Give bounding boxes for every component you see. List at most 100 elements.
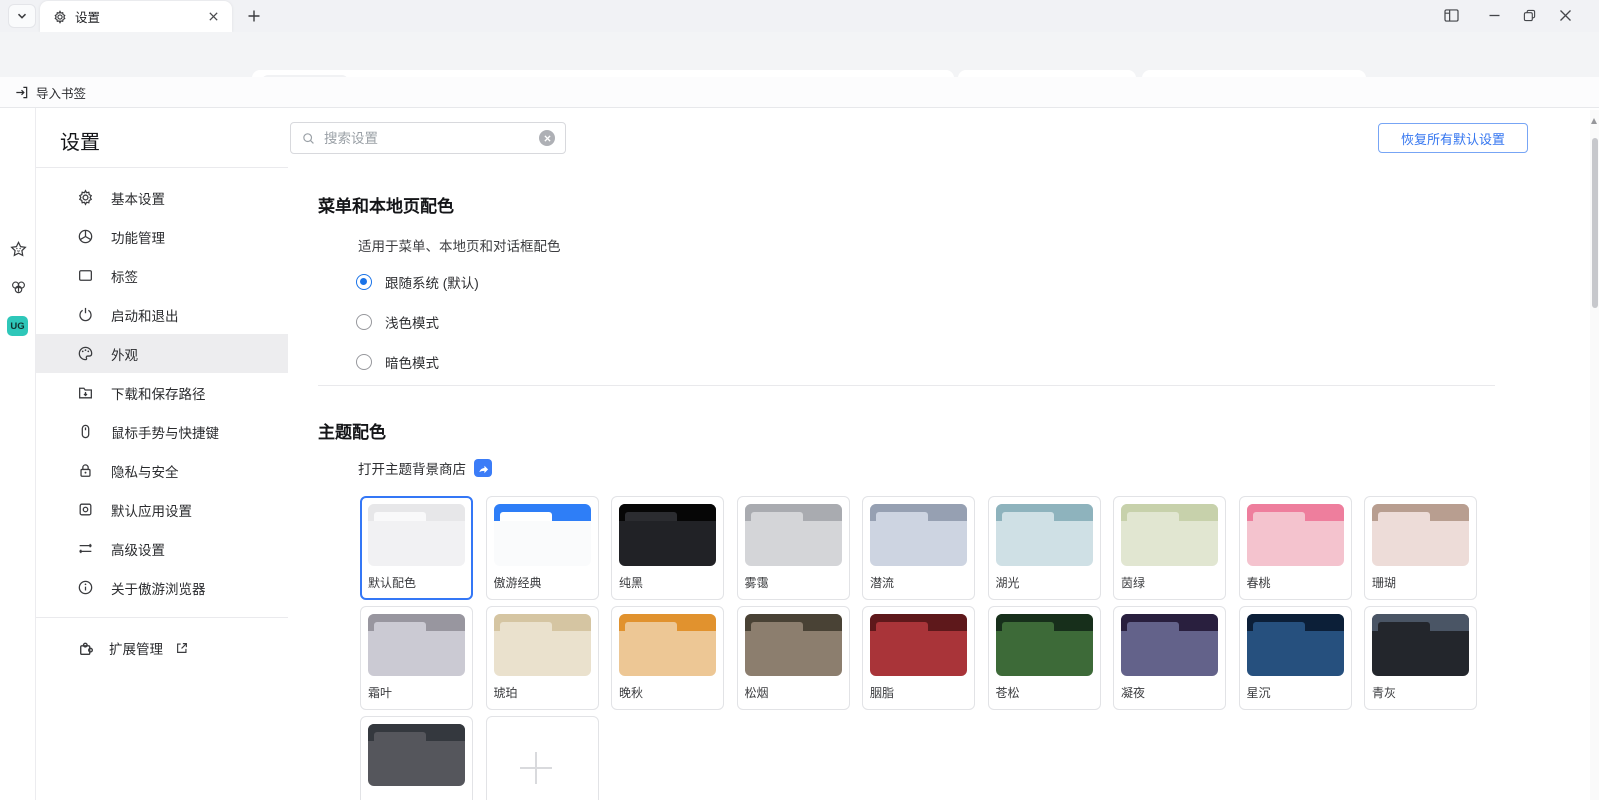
theme-card[interactable] bbox=[360, 716, 473, 800]
theme-name: 苍松 bbox=[996, 684, 1093, 701]
menu-color-option-1[interactable]: 浅色模式 bbox=[356, 302, 479, 342]
import-bookmarks-button[interactable]: 导入书签 bbox=[14, 83, 86, 102]
rail-ug-badge[interactable]: UG bbox=[7, 316, 28, 336]
restore-defaults-button[interactable]: 恢复所有默认设置 bbox=[1378, 123, 1528, 153]
theme-card[interactable]: 默认配色 bbox=[360, 496, 473, 600]
sidebar-item-default-apps[interactable]: 默认应用设置 bbox=[36, 490, 288, 529]
theme-card[interactable]: 松烟 bbox=[737, 606, 850, 710]
theme-card[interactable]: 青灰 bbox=[1364, 606, 1477, 710]
radio-unselected[interactable] bbox=[356, 314, 372, 330]
theme-swatch bbox=[1372, 614, 1469, 676]
radio-label: 浅色模式 bbox=[385, 312, 439, 332]
power-icon bbox=[77, 306, 94, 323]
theme-card[interactable]: 胭脂 bbox=[862, 606, 975, 710]
scroll-up-arrow-icon[interactable] bbox=[1591, 118, 1597, 124]
sidebar-item-extensions[interactable]: 扩展管理 bbox=[77, 635, 189, 661]
mouse-icon bbox=[77, 423, 94, 440]
chevron-down-icon bbox=[16, 10, 28, 22]
lock-icon bbox=[77, 462, 94, 479]
theme-card[interactable]: 湖光 bbox=[988, 496, 1101, 600]
section-title-menu-color: 菜单和本地页配色 bbox=[318, 192, 454, 217]
theme-card[interactable]: 星沉 bbox=[1239, 606, 1352, 710]
radio-unselected[interactable] bbox=[356, 354, 372, 370]
info-icon bbox=[77, 579, 94, 596]
theme-swatch bbox=[494, 614, 591, 676]
theme-swatch bbox=[619, 614, 716, 676]
theme-card[interactable]: 雾霭 bbox=[737, 496, 850, 600]
theme-swatch bbox=[1247, 614, 1344, 676]
add-theme-card[interactable] bbox=[486, 716, 599, 800]
theme-name: 雾霭 bbox=[745, 574, 842, 591]
sidebar-item-label: 扩展管理 bbox=[109, 638, 163, 658]
tab-list-button[interactable] bbox=[8, 4, 36, 28]
theme-swatch bbox=[745, 614, 842, 676]
swatch-tab bbox=[1002, 512, 1054, 521]
theme-name: 纯黑 bbox=[619, 574, 716, 591]
sidebar-item-startup[interactable]: 启动和退出 bbox=[36, 295, 288, 334]
open-external-icon bbox=[175, 641, 189, 655]
clear-settings-search-button[interactable] bbox=[539, 130, 555, 146]
sidebar-item-advanced[interactable]: 高级设置 bbox=[36, 529, 288, 568]
tab-close-button[interactable] bbox=[204, 8, 222, 26]
workspace-button[interactable] bbox=[1434, 0, 1468, 30]
theme-name: 琥珀 bbox=[494, 684, 591, 701]
theme-card[interactable]: 晚秋 bbox=[611, 606, 724, 710]
new-tab-button[interactable] bbox=[242, 5, 266, 27]
theme-card[interactable]: 霜叶 bbox=[360, 606, 473, 710]
sidebar-item-basic[interactable]: 基本设置 bbox=[36, 178, 288, 217]
sidebar-item-tabs[interactable]: 标签 bbox=[36, 256, 288, 295]
theme-store-label: 打开主题背景商店 bbox=[358, 458, 466, 478]
theme-swatch bbox=[619, 504, 716, 566]
sidebar-item-label: 鼠标手势与快捷键 bbox=[111, 422, 219, 442]
theme-swatch bbox=[870, 504, 967, 566]
swatch-tab bbox=[625, 622, 677, 631]
theme-swatch bbox=[1247, 504, 1344, 566]
theme-store-link[interactable]: 打开主题背景商店 bbox=[358, 458, 492, 478]
theme-card[interactable]: 琥珀 bbox=[486, 606, 599, 710]
puzzle-icon bbox=[77, 640, 94, 657]
theme-card[interactable]: 潜流 bbox=[862, 496, 975, 600]
theme-card[interactable]: 珊瑚 bbox=[1364, 496, 1477, 600]
settings-content: 恢复所有默认设置 菜单和本地页配色 适用于菜单、本地页和对话框配色 跟随系统 (… bbox=[288, 108, 1590, 800]
minimize-button[interactable] bbox=[1477, 0, 1511, 30]
rail-bee-button[interactable] bbox=[7, 276, 29, 298]
radio-selected[interactable] bbox=[356, 274, 372, 290]
theme-card[interactable]: 凝夜 bbox=[1113, 606, 1226, 710]
theme-card[interactable]: 苍松 bbox=[988, 606, 1101, 710]
sidebar-item-label: 功能管理 bbox=[111, 227, 165, 247]
swatch-tab bbox=[500, 512, 552, 521]
menu-color-option-2[interactable]: 暗色模式 bbox=[356, 342, 479, 382]
sidebar-item-mouse[interactable]: 鼠标手势与快捷键 bbox=[36, 412, 288, 451]
swatch-tab bbox=[1127, 512, 1179, 521]
swatch-tab bbox=[751, 622, 803, 631]
sidebar-item-about[interactable]: 关于傲游浏览器 bbox=[36, 568, 288, 607]
sidebar-item-features[interactable]: 功能管理 bbox=[36, 217, 288, 256]
restore-button[interactable] bbox=[1512, 0, 1546, 30]
open-store-arrow-icon[interactable] bbox=[474, 459, 492, 477]
theme-name: 青灰 bbox=[1372, 684, 1469, 701]
import-bookmarks-icon bbox=[14, 85, 29, 100]
rail-favorites-button[interactable] bbox=[7, 238, 29, 260]
settings-sidebar: 设置 基本设置功能管理标签启动和退出外观下载和保存路径鼠标手势与快捷键隐私与安全… bbox=[36, 108, 288, 800]
sidebar-item-privacy[interactable]: 隐私与安全 bbox=[36, 451, 288, 490]
theme-card[interactable]: 傲游经典 bbox=[486, 496, 599, 600]
close-window-button[interactable] bbox=[1548, 0, 1582, 30]
page-scrollbar[interactable] bbox=[1590, 110, 1599, 800]
browser-tab-settings[interactable]: 设置 bbox=[40, 1, 232, 32]
settings-search-field[interactable] bbox=[290, 122, 566, 154]
theme-name: 星沉 bbox=[1247, 684, 1344, 701]
theme-card[interactable]: 纯黑 bbox=[611, 496, 724, 600]
theme-name: 晚秋 bbox=[619, 684, 716, 701]
theme-swatch bbox=[996, 504, 1093, 566]
theme-swatch bbox=[870, 614, 967, 676]
theme-card[interactable]: 茵绿 bbox=[1113, 496, 1226, 600]
scrollbar-thumb[interactable] bbox=[1592, 138, 1598, 308]
theme-card[interactable]: 春桃 bbox=[1239, 496, 1352, 600]
settings-search-input[interactable] bbox=[324, 131, 539, 146]
gear-icon bbox=[77, 189, 94, 206]
theme-name: 春桃 bbox=[1247, 574, 1344, 591]
menu-color-option-0[interactable]: 跟随系统 (默认) bbox=[356, 262, 479, 302]
sidebar-item-downloads[interactable]: 下载和保存路径 bbox=[36, 373, 288, 412]
modules-icon bbox=[77, 228, 94, 245]
sidebar-item-appearance[interactable]: 外观 bbox=[36, 334, 288, 373]
